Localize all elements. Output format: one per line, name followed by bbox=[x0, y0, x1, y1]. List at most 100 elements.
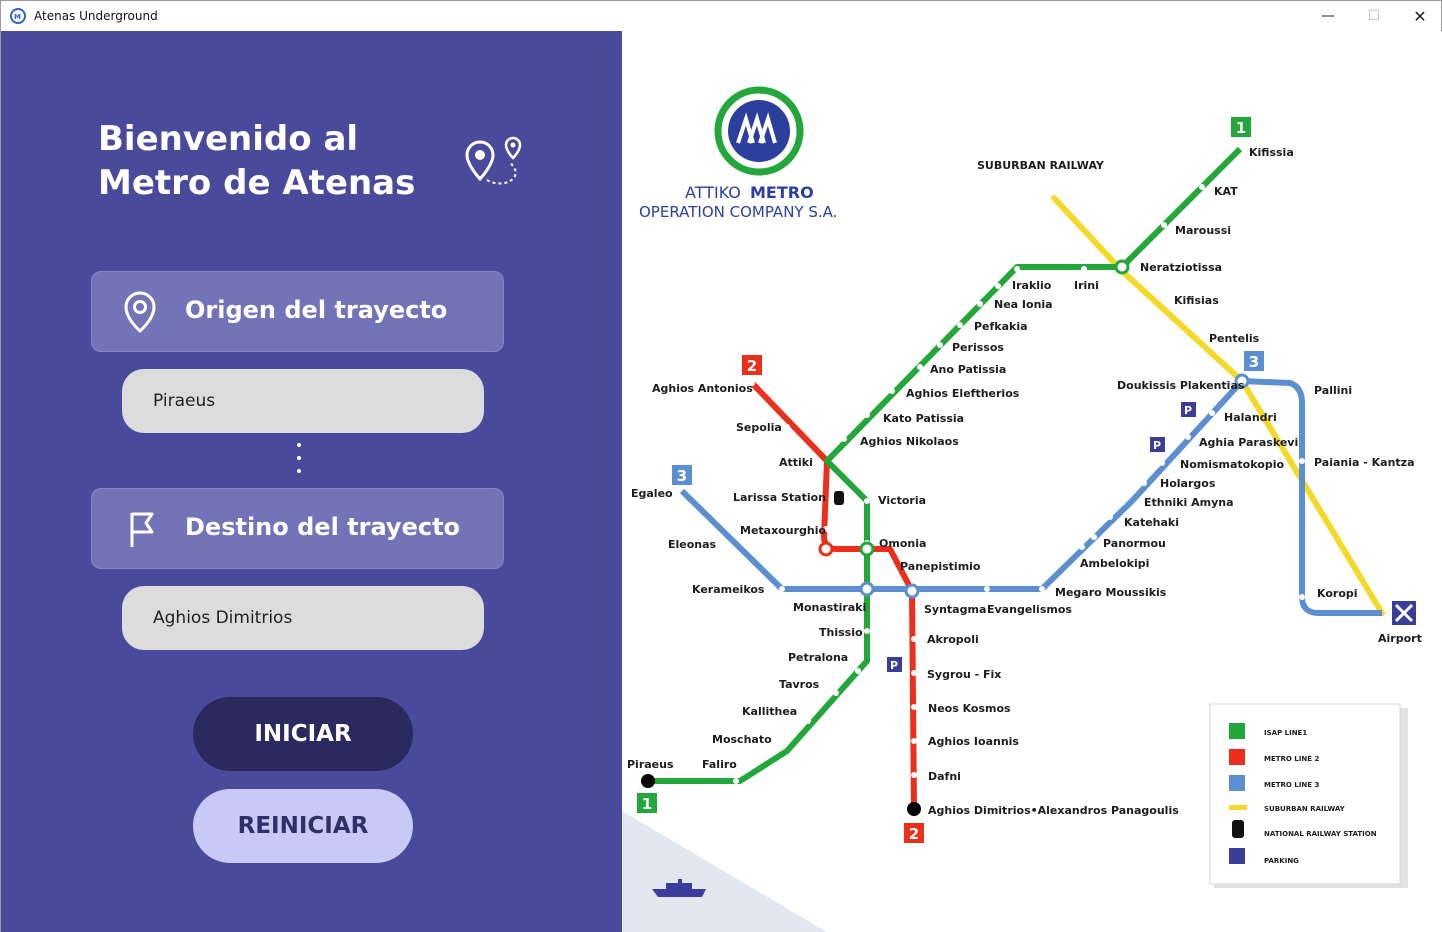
station-holargos: Holargos bbox=[1160, 477, 1216, 490]
app-window: M Atenas Underground — ☐ ✕ Bienvenido al… bbox=[0, 0, 1442, 932]
map-legend: ISAP LINE1 METRO LINE 2 METRO LINE 3 SUB… bbox=[1209, 703, 1408, 888]
station-sygrou: Sygrou - Fix bbox=[927, 668, 1001, 681]
station-doukissis: Doukissis Plakentias bbox=[1117, 379, 1245, 392]
station-monastiraki: Monastiraki bbox=[793, 601, 866, 614]
svg-text:P: P bbox=[890, 659, 898, 672]
metro-map: ATTIKO METRO OPERATION COMPANY S.A. SUBU… bbox=[622, 31, 1442, 932]
line-1-track bbox=[648, 146, 1243, 784]
station-kifisias: Kifisias bbox=[1174, 294, 1219, 307]
train-icon bbox=[834, 491, 844, 505]
station-syntagma: Syntagma bbox=[924, 603, 986, 616]
station-akropoli: Akropoli bbox=[927, 633, 979, 646]
metro-map-diagram: ATTIKO METRO OPERATION COMPANY S.A. SUBU… bbox=[622, 86, 1422, 932]
line-3-badge-east: 3 bbox=[1244, 351, 1264, 371]
station-dots bbox=[731, 184, 1305, 784]
route-dots-divider bbox=[297, 443, 303, 477]
svg-text:3: 3 bbox=[677, 467, 687, 485]
origin-input[interactable]: Piraeus bbox=[122, 369, 484, 433]
title-bar: M Atenas Underground — ☐ ✕ bbox=[1, 1, 1441, 31]
station-pentelis: Pentelis bbox=[1209, 332, 1260, 345]
svg-text:2: 2 bbox=[909, 825, 919, 843]
station-ambelokipi: Ambelokipi bbox=[1080, 557, 1149, 570]
origin-label: Origen del trayecto bbox=[185, 296, 448, 324]
line-2-badge-south: 2 bbox=[904, 823, 924, 843]
station-attiki: Attiki bbox=[779, 456, 813, 469]
svg-text:1: 1 bbox=[642, 795, 652, 813]
station-kifissia: Kifissia bbox=[1249, 146, 1294, 159]
legend-isap: ISAP LINE1 bbox=[1264, 729, 1307, 737]
station-tavros: Tavros bbox=[779, 678, 820, 691]
legend-parking: PARKING bbox=[1264, 857, 1299, 865]
station-eleonas: Eleonas bbox=[668, 538, 717, 551]
station-iraklio: Iraklio bbox=[1012, 279, 1052, 292]
station-larissa: Larissa Station bbox=[733, 491, 826, 504]
line-1-badge: 1 bbox=[1231, 117, 1251, 137]
line-2-badge: 2 bbox=[742, 355, 762, 375]
destination-marker bbox=[907, 802, 921, 816]
svg-text:ATTIKO METRO: ATTIKO METRO bbox=[685, 183, 814, 202]
station-ethniki-amyna: Ethniki Amyna bbox=[1144, 496, 1234, 509]
station-moschato: Moschato bbox=[712, 733, 772, 746]
station-aghia-paraskevi: Aghia Paraskevi bbox=[1199, 436, 1298, 449]
station-katehaki: Katehaki bbox=[1124, 516, 1179, 529]
station-aghios-antonios: Aghios Antonios bbox=[652, 382, 753, 395]
suburban-title: SUBURBAN RAILWAY bbox=[977, 159, 1105, 172]
station-aghios-nikolaos: Aghios Nikolaos bbox=[860, 435, 959, 448]
station-aghios-dimitrios: Aghios Dimitrios•Alexandros Panagoulis bbox=[928, 804, 1179, 817]
metro-app-icon: M bbox=[10, 8, 26, 24]
minimize-button[interactable]: — bbox=[1305, 1, 1351, 31]
station-aghios-ioannis: Aghios Ioannis bbox=[928, 735, 1019, 748]
station-pallini: Pallini bbox=[1314, 384, 1352, 397]
location-pin-icon bbox=[124, 291, 156, 333]
origin-header: Origen del trayecto bbox=[91, 271, 504, 352]
legend-suburban: SUBURBAN RAILWAY bbox=[1264, 805, 1346, 813]
svg-text:P: P bbox=[1184, 404, 1192, 417]
company-bold-text: METRO bbox=[750, 183, 814, 202]
station-omonia: Omonia bbox=[879, 537, 926, 550]
station-neos-kosmos: Neos Kosmos bbox=[928, 702, 1011, 715]
destination-header: Destino del trayecto bbox=[91, 488, 504, 569]
destination-input[interactable]: Aghios Dimitrios bbox=[122, 586, 484, 650]
station-kallithea: Kallithea bbox=[742, 705, 797, 718]
station-kerameikos: Kerameikos bbox=[692, 583, 765, 596]
reset-button[interactable]: REINICIAR bbox=[193, 789, 413, 863]
station-metaxourghio: Metaxourghio bbox=[740, 524, 826, 537]
company-top-text: ATTIKO bbox=[685, 183, 741, 202]
station-egaleo: Egaleo bbox=[631, 487, 673, 500]
destination-label: Destino del trayecto bbox=[185, 513, 461, 541]
station-paiania: Paiania - Kantza bbox=[1314, 456, 1415, 469]
station-dafni: Dafni bbox=[928, 770, 961, 783]
line-1-badge-south: 1 bbox=[637, 793, 657, 813]
origin-marker bbox=[641, 774, 655, 788]
welcome-title: Bienvenido al Metro de Atenas bbox=[98, 119, 416, 203]
station-perissos: Perissos bbox=[952, 341, 1004, 354]
legend-metro3: METRO LINE 3 bbox=[1264, 781, 1319, 789]
company-bottom-text: OPERATION COMPANY S.A. bbox=[639, 203, 837, 221]
station-koropi: Koropi bbox=[1317, 587, 1358, 600]
station-evangelismos: Evangelismos bbox=[987, 603, 1072, 616]
station-megaro: Megaro Moussikis bbox=[1055, 586, 1167, 599]
station-sepolia: Sepolia bbox=[736, 421, 782, 434]
station-airport: Airport bbox=[1378, 632, 1422, 645]
station-victoria: Victoria bbox=[878, 494, 926, 507]
maximize-button[interactable]: ☐ bbox=[1351, 1, 1397, 31]
station-maroussi: Maroussi bbox=[1175, 224, 1231, 237]
station-thissio: Thissio bbox=[819, 626, 863, 639]
station-faliro: Faliro bbox=[702, 758, 737, 771]
station-piraeus: Piraeus bbox=[627, 758, 674, 771]
flag-icon bbox=[130, 512, 154, 547]
close-button[interactable]: ✕ bbox=[1397, 1, 1442, 31]
svg-text:3: 3 bbox=[1249, 353, 1259, 371]
parking-icon: P bbox=[1150, 437, 1165, 452]
route-pin-icon bbox=[465, 136, 522, 185]
svg-text:2: 2 bbox=[747, 357, 757, 375]
start-button[interactable]: INICIAR bbox=[193, 697, 413, 771]
svg-text:P: P bbox=[1153, 439, 1161, 452]
sidebar-panel: Bienvenido al Metro de Atenas Origen del… bbox=[1, 31, 622, 932]
station-panormou: Panormou bbox=[1103, 537, 1166, 550]
station-aghios-eleftherios: Aghios Eleftherios bbox=[906, 387, 1020, 400]
station-kat: KAT bbox=[1214, 185, 1238, 198]
station-neratziotissa: Neratziotissa bbox=[1140, 261, 1222, 274]
legend-metro2: METRO LINE 2 bbox=[1264, 755, 1319, 763]
station-irini: Irini bbox=[1074, 279, 1099, 292]
